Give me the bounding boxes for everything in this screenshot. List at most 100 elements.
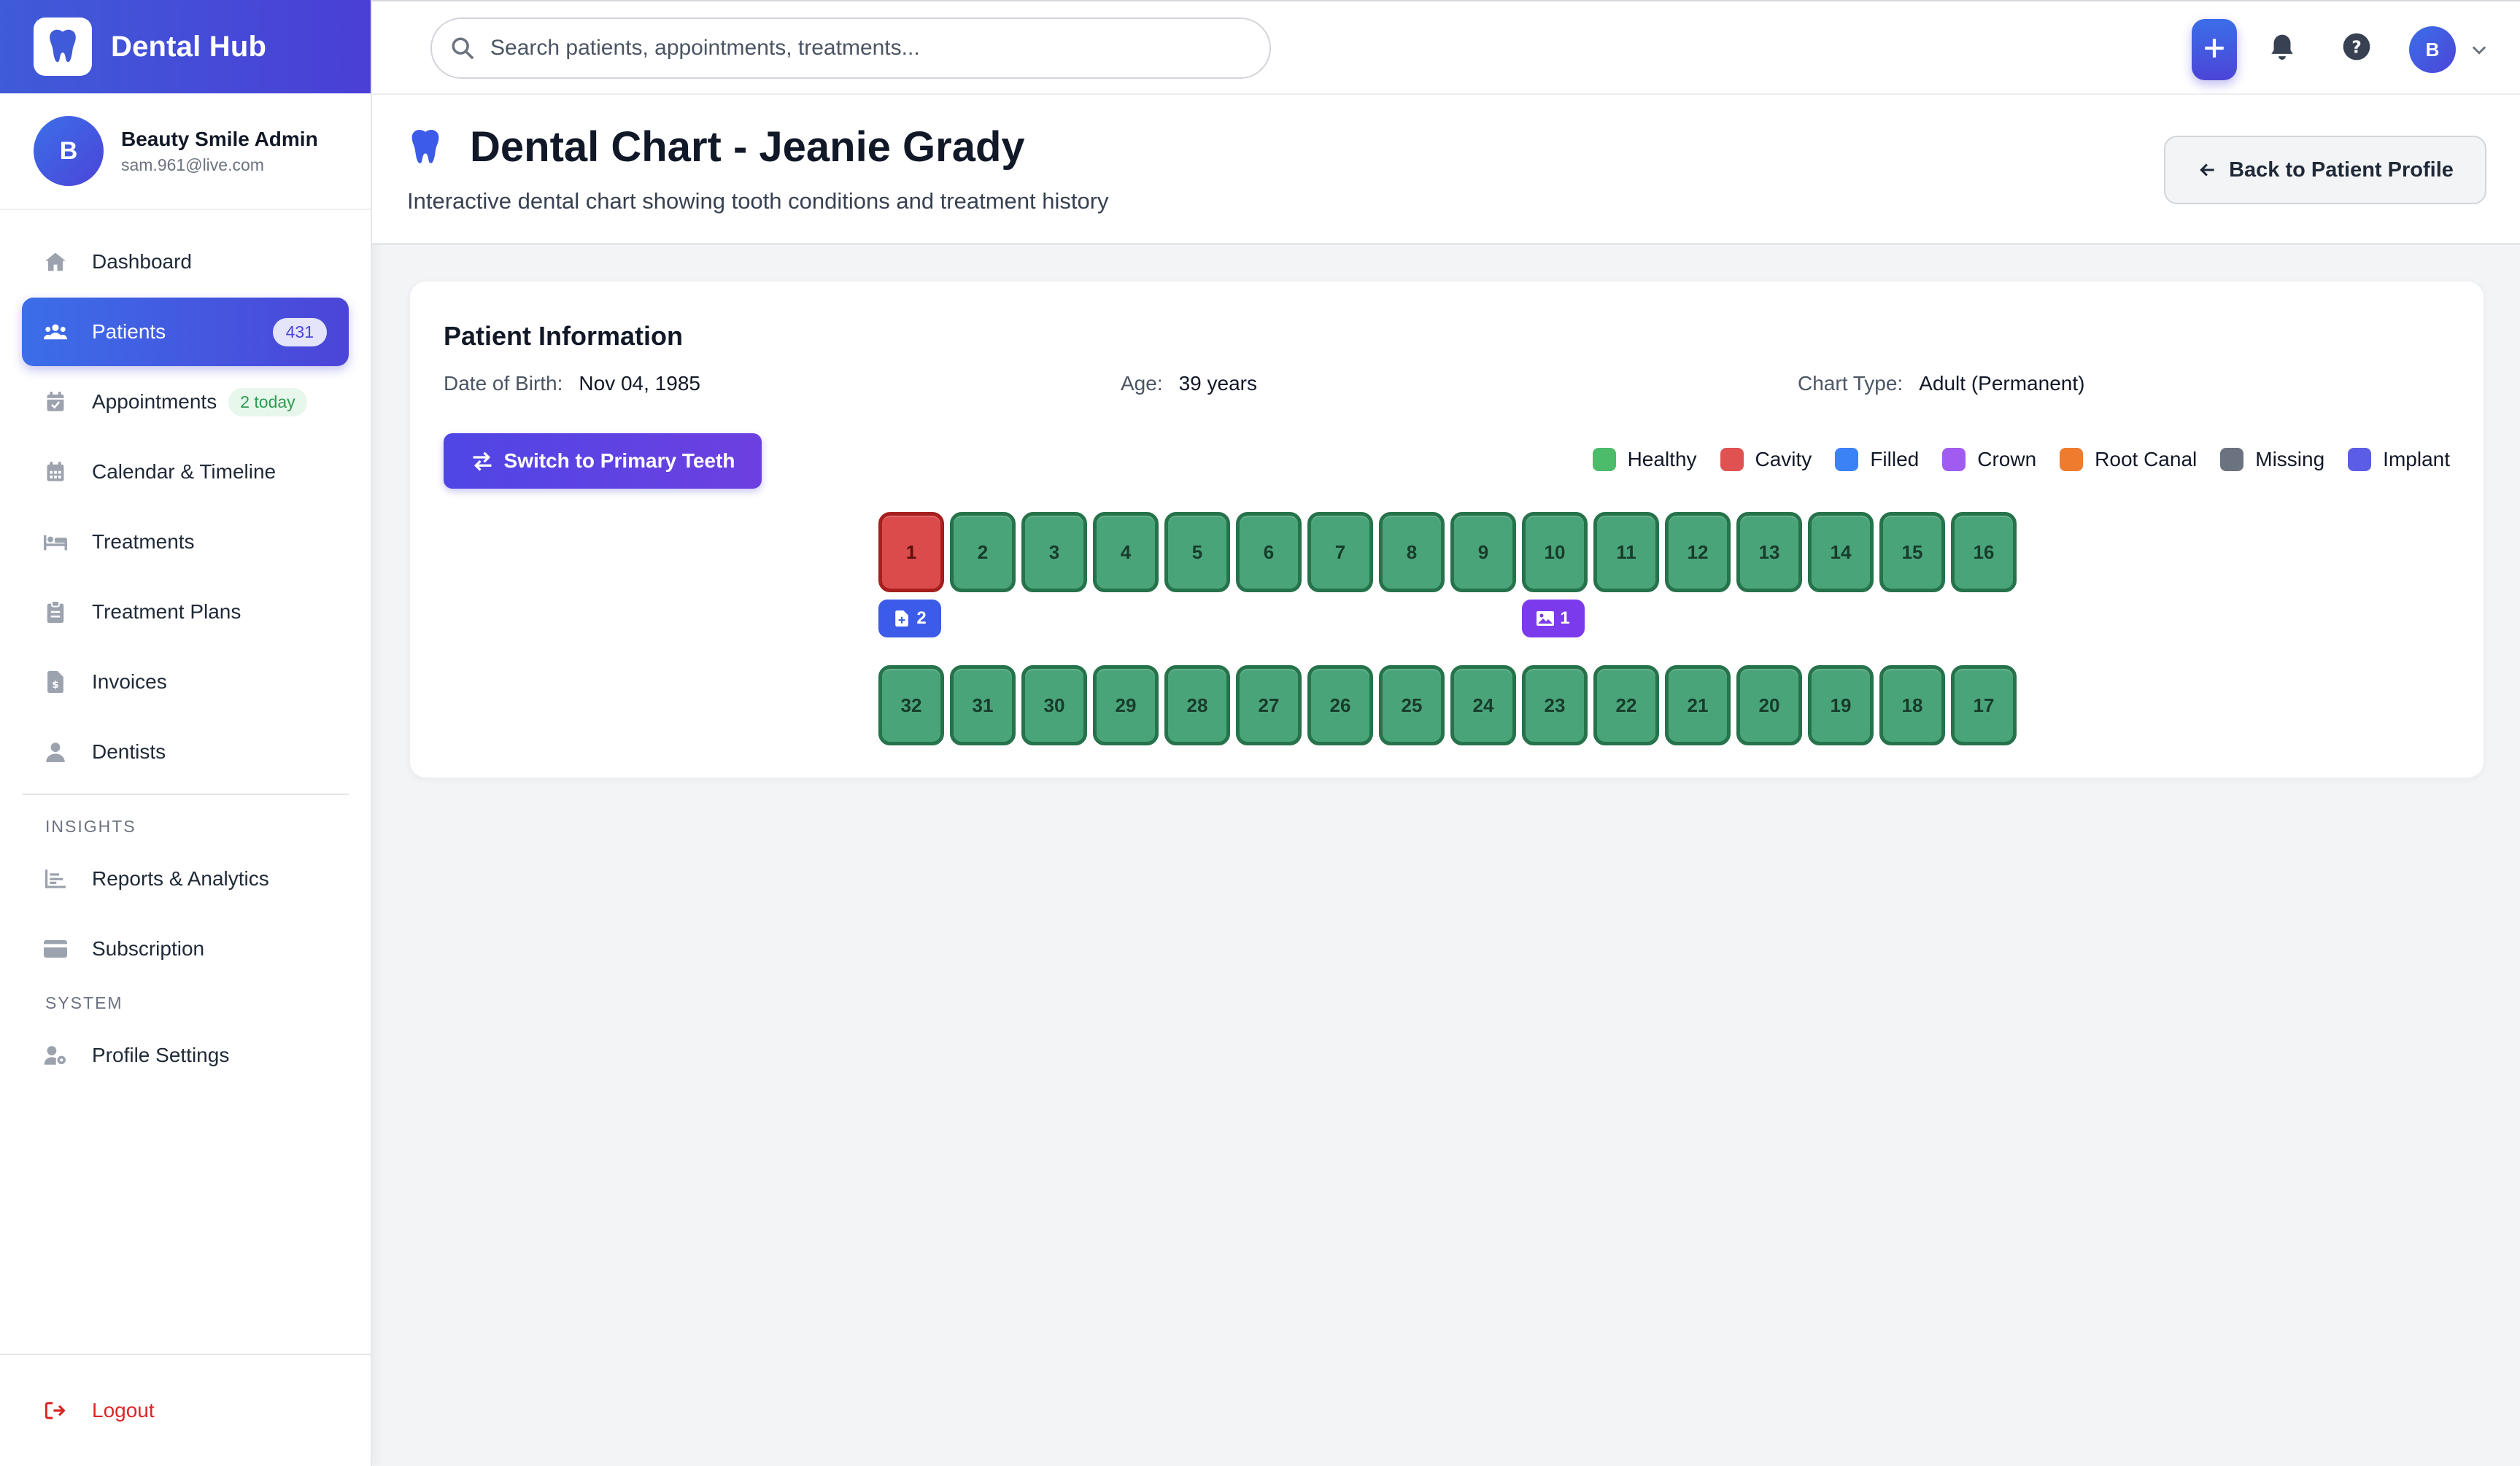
tooth-19[interactable]: 19: [1808, 665, 1874, 745]
chart-type-value: Adult (Permanent): [1919, 372, 2085, 395]
lower-teeth-row: 32 31 30 29 28 27 26 25 24 23 22 21 20 19 18 17: [878, 665, 2022, 745]
tooth-26[interactable]: 26: [1307, 665, 1373, 745]
tooth-2[interactable]: 2: [950, 512, 1016, 592]
nav-section-system: SYSTEM: [45, 993, 123, 1012]
user-menu-avatar[interactable]: B: [2409, 26, 2456, 73]
invoice-icon: $: [44, 670, 67, 694]
tooth-32[interactable]: 32: [878, 665, 944, 745]
tooth-icon: [407, 125, 444, 169]
tooth-8[interactable]: 8: [1379, 512, 1445, 592]
tooth-3[interactable]: 3: [1021, 512, 1087, 592]
tooth-14[interactable]: 14: [1808, 512, 1874, 592]
clipboard-icon: [44, 600, 67, 624]
tooth-22[interactable]: 22: [1593, 665, 1659, 745]
sidebar-item-label: Calendar & Timeline: [92, 460, 277, 483]
logout-button[interactable]: Logout: [0, 1354, 371, 1466]
sidebar-item-label: Treatments: [92, 530, 195, 553]
top-bar: ? B: [372, 0, 2520, 95]
chart-type-label: Chart Type:: [1798, 372, 1903, 395]
tooth-1[interactable]: 1: [878, 512, 944, 592]
dental-chart-card: Patient Information Date of Birth: Nov 0…: [409, 280, 2485, 779]
sidebar-item-dashboard[interactable]: Dashboard: [22, 228, 349, 296]
tooth-7[interactable]: 7: [1307, 512, 1373, 592]
age-label: Age:: [1121, 372, 1163, 395]
tooth-18[interactable]: 18: [1879, 665, 1945, 745]
tooth-16[interactable]: 16: [1951, 512, 2017, 592]
brand[interactable]: Dental Hub: [0, 0, 371, 93]
legend-label: Missing: [2255, 448, 2325, 470]
condition-legend: Healthy Cavity Filled Crown Root Canal Missin…: [1569, 448, 2450, 471]
sidebar-item-treatment-plans[interactable]: Treatment Plans: [22, 578, 349, 646]
logout-icon: [44, 1399, 67, 1422]
badge-count: 1: [1560, 608, 1570, 628]
sidebar-item-calendar-timeline[interactable]: Calendar & Timeline: [22, 438, 349, 506]
help-button[interactable]: ?: [2341, 32, 2373, 64]
patient-info-title: Patient Information: [444, 321, 684, 351]
switch-button-label: Switch to Primary Teeth: [503, 449, 735, 472]
legend-label: Crown: [1977, 448, 2037, 470]
tooth-21[interactable]: 21: [1665, 665, 1731, 745]
tooth-31[interactable]: 31: [950, 665, 1016, 745]
back-to-patient-profile-button[interactable]: Back to Patient Profile: [2164, 136, 2486, 204]
sidebar-item-label: Appointments: [92, 390, 217, 413]
sidebar-item-treatments[interactable]: Treatments: [22, 508, 349, 576]
tooth-12[interactable]: 12: [1665, 512, 1731, 592]
sidebar-item-profile-settings[interactable]: Profile Settings: [22, 1021, 349, 1090]
plus-icon: [2202, 36, 2227, 64]
legend-item-cavity: Cavity: [1720, 448, 1812, 471]
sidebar-item-label: Dashboard: [92, 250, 192, 273]
tooth-20[interactable]: 20: [1736, 665, 1802, 745]
chart-icon: [44, 867, 67, 891]
sidebar-item-reports-analytics[interactable]: Reports & Analytics: [22, 845, 349, 913]
tooth-10-record-badge[interactable]: 1: [1522, 600, 1585, 637]
sidebar-item-label: Reports & Analytics: [92, 867, 269, 890]
page-subtitle: Interactive dental chart showing tooth c…: [407, 188, 1109, 214]
tooth-29[interactable]: 29: [1093, 665, 1159, 745]
notifications-button[interactable]: [2266, 32, 2298, 64]
tooth-11[interactable]: 11: [1593, 512, 1659, 592]
switch-to-primary-teeth-button[interactable]: Switch to Primary Teeth: [444, 433, 762, 489]
tooth-4[interactable]: 4: [1093, 512, 1159, 592]
sidebar-item-label: Dentists: [92, 740, 166, 763]
sidebar-item-dentists[interactable]: Dentists: [22, 718, 349, 786]
legend-swatch: [2220, 448, 2244, 471]
chart-type-field: Chart Type: Adult (Permanent): [1798, 372, 2084, 395]
legend-item-implant: Implant: [2348, 448, 2450, 471]
tooth-9[interactable]: 9: [1450, 512, 1516, 592]
tooth-17[interactable]: 17: [1951, 665, 2017, 745]
tooth-27[interactable]: 27: [1236, 665, 1302, 745]
sidebar-item-subscription[interactable]: Subscription: [22, 915, 349, 983]
tooth-23[interactable]: 23: [1522, 665, 1588, 745]
page-header: Dental Chart - Jeanie Grady Interactive …: [372, 95, 2520, 245]
calendar-check-icon: [44, 390, 67, 414]
page-title: Dental Chart - Jeanie Grady: [407, 123, 1025, 171]
tooth-10[interactable]: 10: [1522, 512, 1588, 592]
tooth-13[interactable]: 13: [1736, 512, 1802, 592]
tooth-1-record-badge[interactable]: 2: [878, 600, 941, 637]
tooth-logo-icon: [34, 18, 92, 76]
patients-count-badge: 431: [272, 318, 327, 346]
tooth-5[interactable]: 5: [1164, 512, 1230, 592]
chevron-down-icon[interactable]: [2469, 39, 2489, 60]
sidebar: Dental Hub B Beauty Smile Admin sam.961@…: [0, 0, 372, 1466]
sidebar-item-patients[interactable]: Patients 431: [22, 298, 349, 366]
search-input[interactable]: [490, 36, 1220, 61]
users-icon: [44, 320, 67, 344]
sidebar-item-label: Profile Settings: [92, 1044, 230, 1066]
tooth-30[interactable]: 30: [1021, 665, 1087, 745]
calendar-icon: [44, 460, 67, 484]
add-new-button[interactable]: [2192, 19, 2237, 80]
tooth-25[interactable]: 25: [1379, 665, 1445, 745]
age-field: Age: 39 years: [1121, 372, 1257, 395]
document-icon: [893, 610, 911, 627]
dob-field: Date of Birth: Nov 04, 1985: [444, 372, 700, 395]
tooth-6[interactable]: 6: [1236, 512, 1302, 592]
tooth-15[interactable]: 15: [1879, 512, 1945, 592]
legend-label: Cavity: [1755, 448, 1812, 470]
tooth-24[interactable]: 24: [1450, 665, 1516, 745]
sidebar-item-appointments[interactable]: Appointments 2 today: [22, 368, 349, 436]
search-box[interactable]: [430, 18, 1271, 79]
tooth-28[interactable]: 28: [1164, 665, 1230, 745]
sidebar-item-label: Invoices: [92, 670, 167, 693]
sidebar-item-invoices[interactable]: $ Invoices: [22, 648, 349, 716]
